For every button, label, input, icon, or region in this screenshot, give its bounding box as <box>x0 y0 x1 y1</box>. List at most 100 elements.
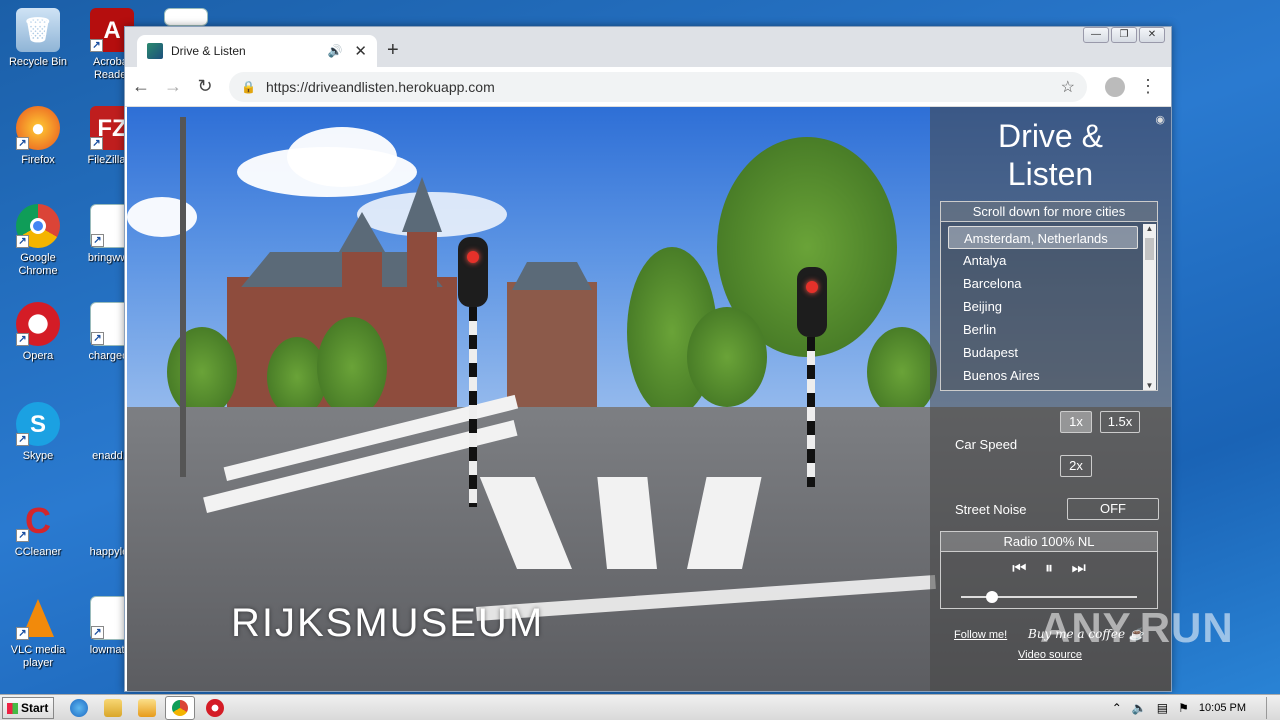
action-center-flag-icon[interactable]: ⚑ <box>1178 701 1189 715</box>
recycle-bin-icon: 🗑 <box>16 8 60 52</box>
pause-icon[interactable]: ⏸ <box>1045 560 1053 577</box>
new-tab-button[interactable]: + <box>387 39 399 62</box>
media-player-icon[interactable] <box>138 699 156 717</box>
address-bar[interactable]: 🔒 https://driveandlisten.herokuapp.com ☆ <box>229 71 1087 102</box>
volume-slider-knob[interactable] <box>985 591 998 603</box>
chrome-taskbar-button[interactable] <box>165 696 195 720</box>
traffic-pole <box>807 337 815 487</box>
desktop-icon-firefox[interactable]: ● ↗ Firefox <box>0 106 76 167</box>
network-icon[interactable]: ▤ <box>1157 701 1168 715</box>
radio-station-name[interactable]: Radio 100% NL <box>941 532 1157 552</box>
next-station-icon[interactable]: ⏭ <box>1071 560 1085 577</box>
car-speed-label: Car Speed <box>955 437 1018 452</box>
url-text[interactable]: https://driveandlisten.herokuapp.com <box>266 79 1061 95</box>
ccleaner-icon: C ↗ <box>16 498 60 542</box>
volume-icon[interactable]: 🔈 <box>1132 701 1147 715</box>
desktop-icon-recycle-bin[interactable]: 🗑 Recycle Bin <box>0 8 76 69</box>
street-lamp-pole <box>180 117 186 477</box>
tree <box>317 317 387 417</box>
opera-taskbar-icon[interactable] <box>206 699 224 717</box>
city-item-barcelona[interactable]: Barcelona <box>948 272 1138 295</box>
tray-expand-icon[interactable]: ⌃ <box>1112 701 1122 715</box>
close-window-button[interactable]: ✕ <box>1139 27 1165 43</box>
show-desktop-button[interactable] <box>1266 697 1280 719</box>
traffic-light <box>458 237 488 307</box>
browser-toolbar: ← → ↻ 🔒 https://driveandlisten.herokuapp… <box>125 67 1171 107</box>
lock-icon: 🔒 <box>241 79 256 94</box>
speed-2x-button[interactable]: 2x <box>1060 455 1092 477</box>
desktop-icon-label: Recycle Bin <box>8 56 68 68</box>
minimize-button[interactable]: — <box>1083 27 1109 43</box>
volume-slider[interactable] <box>961 591 1137 603</box>
reload-icon[interactable]: ↻ <box>189 76 221 97</box>
profile-avatar-icon[interactable] <box>1105 76 1125 97</box>
place-caption: RIJKSMUSEUM <box>231 601 545 645</box>
word-doc-icon <box>164 8 208 26</box>
desktop-icon-label: Firefox <box>21 154 55 166</box>
desktop-icon-label: VLC media player <box>10 644 66 669</box>
radio-player: Radio 100% NL ⏮ ⏸ ⏭ <box>940 531 1158 609</box>
follow-me-link[interactable]: Follow me! <box>954 629 1007 641</box>
vlc-cone-icon: ↗ <box>16 596 60 640</box>
desktop-icon-label: Opera <box>22 350 54 362</box>
tab-title: Drive & Listen <box>171 44 246 58</box>
system-tray: ⌃ 🔈 ▤ ⚑ 10:05 PM <box>1102 695 1280 720</box>
site-favicon-icon <box>147 43 163 59</box>
street-noise-toggle[interactable]: OFF <box>1067 498 1159 520</box>
previous-station-icon[interactable]: ⏮ <box>1012 560 1026 577</box>
desktop-icon-skype[interactable]: S ↗ Skype <box>0 402 76 463</box>
chrome-icon <box>172 700 188 716</box>
desktop-icon-label: Skype <box>22 450 54 462</box>
desktop-icon-chrome[interactable]: ↗ Google Chrome <box>0 204 76 278</box>
city-item-amsterdam[interactable]: Amsterdam, Netherlands <box>948 226 1138 249</box>
taskbar: Start ⌃ 🔈 ▤ ⚑ 10:05 PM <box>0 694 1280 720</box>
start-button[interactable]: Start <box>2 697 54 719</box>
crosswalk-stripe <box>597 477 657 569</box>
tab-strip: Drive & Listen 🔊 ✕ + — ❐ ✕ <box>125 27 1171 67</box>
cloud <box>127 197 197 237</box>
kebab-menu-icon[interactable]: ⋮ <box>1139 76 1157 97</box>
forward-arrow-icon[interactable]: → <box>157 76 189 97</box>
app-title-text: Drive & Listen <box>998 118 1103 192</box>
cloud <box>287 127 397 187</box>
city-item-berlin[interactable]: Berlin <box>948 318 1138 341</box>
close-tab-icon[interactable]: ✕ <box>354 42 367 60</box>
speaker-icon[interactable]: 🔊 <box>327 44 342 58</box>
restore-button[interactable]: ❐ <box>1111 27 1137 43</box>
speed-1-5x-button[interactable]: 1.5x <box>1100 411 1140 433</box>
radio-controls: ⏮ ⏸ ⏭ <box>941 560 1157 578</box>
city-list-scrollbar[interactable]: ▲ ▼ <box>1143 224 1156 390</box>
tree <box>167 327 237 417</box>
bookmark-star-icon[interactable]: ☆ <box>1061 77 1075 97</box>
desktop-icon-vlc[interactable]: ↗ VLC media player <box>0 596 76 670</box>
system-clock[interactable]: 10:05 PM <box>1199 702 1246 714</box>
tab-drive-and-listen[interactable]: Drive & Listen 🔊 ✕ <box>137 35 377 67</box>
desktop-icon-doc-top[interactable] <box>148 8 224 28</box>
back-arrow-icon[interactable]: ← <box>125 76 157 97</box>
city-item-buenos-aires[interactable]: Buenos Aires <box>948 364 1138 387</box>
chrome-icon: ↗ <box>16 204 60 248</box>
desktop-icon-label: CCleaner <box>14 546 62 558</box>
window-controls: — ❐ ✕ <box>1083 27 1165 43</box>
start-label: Start <box>21 701 49 715</box>
desktop-icon-opera[interactable]: ↗ Opera <box>0 302 76 363</box>
internet-explorer-icon[interactable] <box>70 699 88 717</box>
city-item-antalya[interactable]: Antalya <box>948 249 1138 272</box>
desktop-icon-ccleaner[interactable]: C ↗ CCleaner <box>0 498 76 559</box>
tree <box>687 307 767 407</box>
traffic-light <box>797 267 827 337</box>
skype-icon: S ↗ <box>16 402 60 446</box>
city-list-header: Scroll down for more cities <box>941 202 1157 222</box>
traffic-pole <box>469 307 477 507</box>
file-explorer-icon[interactable] <box>104 699 122 717</box>
city-list: Amsterdam, Netherlands Antalya Barcelona… <box>948 226 1138 387</box>
city-item-beijing[interactable]: Beijing <box>948 295 1138 318</box>
speed-1x-button[interactable]: 1x <box>1060 411 1092 433</box>
city-item-budapest[interactable]: Budapest <box>948 341 1138 364</box>
scrollbar-thumb[interactable] <box>1145 238 1154 260</box>
browser-window: Drive & Listen 🔊 ✕ + — ❐ ✕ ← → ↻ 🔒 https… <box>124 26 1172 692</box>
museum-wing <box>507 282 597 427</box>
scroll-down-icon[interactable]: ▼ <box>1143 381 1156 390</box>
scroll-up-icon[interactable]: ▲ <box>1143 224 1156 233</box>
tree <box>867 327 937 417</box>
